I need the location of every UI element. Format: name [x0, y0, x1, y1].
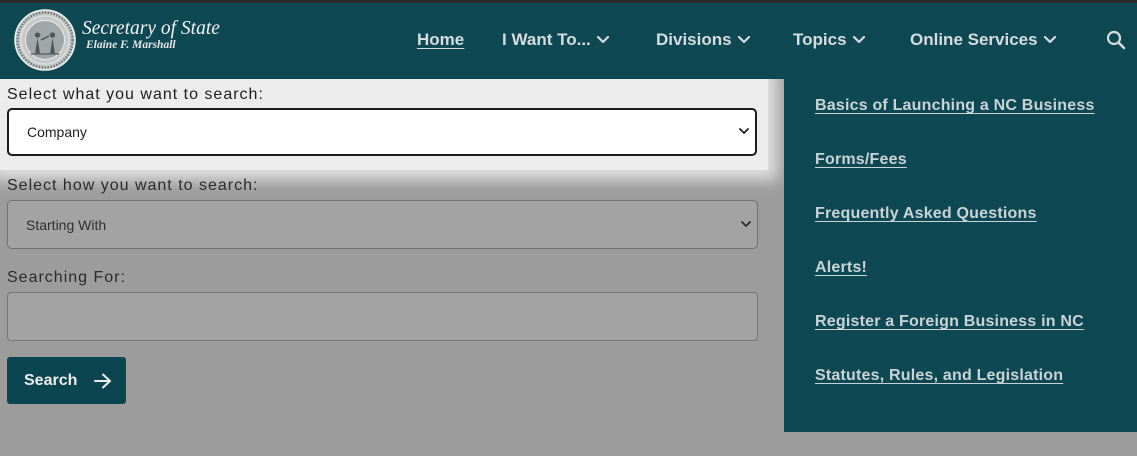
- search-for-input[interactable]: [7, 292, 758, 341]
- state-seal-icon[interactable]: [14, 9, 76, 71]
- search-for-label: Searching For:: [7, 269, 126, 286]
- nav-item-i-want-to[interactable]: I Want To...: [502, 27, 609, 53]
- search-method-value: Starting With: [26, 216, 107, 233]
- chevron-down-icon: [596, 36, 609, 44]
- search-method-label: Select how you want to search:: [7, 177, 259, 194]
- nav-item-label: I Want To...: [502, 30, 591, 49]
- nav-item-divisions[interactable]: Divisions: [656, 27, 750, 53]
- search-icon[interactable]: [1106, 30, 1126, 50]
- search-button-label: Search: [24, 371, 78, 389]
- site-title[interactable]: Secretary of State: [82, 18, 220, 40]
- menu-link-faq[interactable]: Frequently Asked Questions: [815, 204, 1037, 224]
- menu-link-statutes-rules[interactable]: Statutes, Rules, and Legislation: [815, 366, 1063, 386]
- menu-link-forms-fees[interactable]: Forms/Fees: [815, 150, 907, 170]
- chevron-down-icon: [741, 220, 751, 227]
- chevron-down-icon: [1043, 36, 1056, 44]
- nav-item-label: Online Services: [910, 30, 1038, 49]
- search-method-select[interactable]: Starting With: [7, 200, 758, 249]
- nav-item-home[interactable]: Home: [417, 27, 464, 53]
- menu-link-alerts[interactable]: Alerts!: [815, 258, 867, 278]
- menu-link-basics-of-launching[interactable]: Basics of Launching a NC Business: [815, 96, 1095, 116]
- search-type-value: Company: [27, 124, 87, 140]
- nav-dropdown-menu: Basics of Launching a NC Business Forms/…: [784, 78, 1137, 432]
- chevron-down-icon: [739, 128, 749, 134]
- chevron-down-icon: [852, 36, 865, 44]
- search-type-label: Select what you want to search:: [7, 86, 264, 103]
- nav-item-topics[interactable]: Topics: [793, 27, 865, 53]
- nav-item-label: Topics: [793, 30, 847, 49]
- chevron-down-icon: [737, 36, 750, 44]
- nav-item-label: Divisions: [656, 30, 732, 49]
- menu-link-register-foreign-business[interactable]: Register a Foreign Business in NC: [815, 312, 1084, 332]
- nav-item-online-services[interactable]: Online Services: [910, 27, 1056, 53]
- search-button[interactable]: Search: [7, 357, 126, 404]
- nav-item-label: Home: [417, 30, 465, 49]
- site-header: Secretary of State Elaine F. Marshall Ho…: [0, 3, 1137, 79]
- search-type-select[interactable]: Company: [7, 108, 757, 156]
- arrow-right-icon: [94, 373, 111, 389]
- site-subtitle: Elaine F. Marshall: [86, 39, 176, 51]
- top-strip: [0, 0, 1137, 3]
